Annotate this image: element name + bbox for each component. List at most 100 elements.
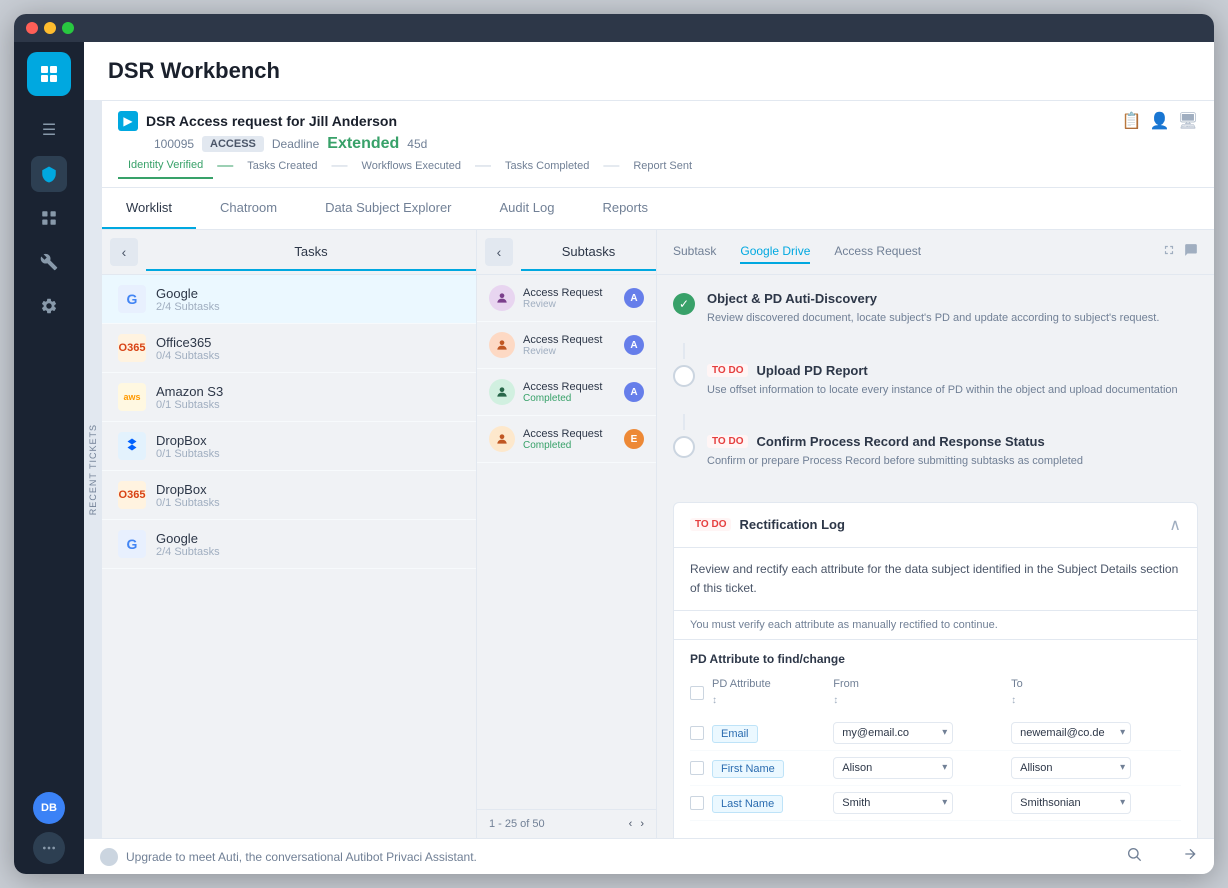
- from-select-firstname[interactable]: Alison: [833, 757, 953, 779]
- row-checkbox-email[interactable]: [690, 726, 704, 740]
- tab-worklist[interactable]: Worklist: [102, 188, 196, 229]
- subtask-title: Access Request: [523, 334, 616, 346]
- task-name: Office365: [156, 335, 460, 350]
- from-select-email[interactable]: my@email.co: [833, 722, 953, 744]
- deadline-status: Extended: [327, 135, 399, 153]
- to-select-email[interactable]: newemail@co.de: [1011, 722, 1131, 744]
- row-checkbox-lastname[interactable]: [690, 796, 704, 810]
- expand-button[interactable]: ▶: [118, 111, 138, 131]
- comment-icon[interactable]: [1184, 243, 1198, 262]
- search-icon[interactable]: [1126, 846, 1142, 867]
- tab-workflows-executed[interactable]: Workflows Executed: [352, 154, 471, 178]
- pagination-prev[interactable]: ‹: [629, 818, 633, 830]
- tasks-tab[interactable]: Tasks: [146, 234, 476, 271]
- from-select-lastname[interactable]: Smith: [833, 792, 953, 814]
- col-from: From: [833, 678, 1003, 690]
- subtask-item[interactable]: Access Request Review A: [477, 275, 656, 322]
- pd-field-lastname: Last Name: [712, 795, 783, 813]
- task-item[interactable]: aws Amazon S3 0/1 Subtasks: [102, 373, 476, 422]
- subtasks-tab[interactable]: Subtasks: [521, 234, 656, 271]
- task-logo-google2: G: [118, 530, 146, 558]
- tab-identity-verified[interactable]: Identity Verified: [118, 153, 213, 179]
- panel-header-icons: 📋 👤 🖥: [1122, 111, 1198, 131]
- subtask-avatar-4: [489, 426, 515, 452]
- subtask-avatar-3: [489, 379, 515, 405]
- expand-detail-icon[interactable]: [1162, 243, 1176, 262]
- upgrade-message: Upgrade to meet Auti, the conversational…: [126, 850, 477, 864]
- task-item[interactable]: DropBox 0/1 Subtasks: [102, 422, 476, 471]
- detail-tabs: Subtask Google Drive Access Request: [657, 230, 1214, 275]
- subtask-item[interactable]: Access Request Review A: [477, 322, 656, 369]
- subtask-title: Access Request: [523, 381, 616, 393]
- subtask-badge-2: A: [624, 335, 644, 355]
- sidebar-more-icon[interactable]: [33, 832, 65, 864]
- subtask-status: Completed: [523, 393, 616, 404]
- user-avatar[interactable]: DB: [33, 792, 65, 824]
- tasks-back-button[interactable]: ‹: [110, 238, 138, 266]
- tab-google-drive[interactable]: Google Drive: [740, 240, 810, 264]
- tab-tasks-created[interactable]: Tasks Created: [237, 154, 327, 178]
- pagination: 1 - 25 of 50 ‹ ›: [477, 809, 656, 838]
- task-item[interactable]: G Google 2/4 Subtasks: [102, 520, 476, 569]
- task-item[interactable]: O365 Office365 0/4 Subtasks: [102, 324, 476, 373]
- monitor-icon[interactable]: 🖥: [1178, 111, 1198, 131]
- pd-row-firstname: First Name Alison: [690, 751, 1181, 786]
- maximize-button[interactable]: [62, 22, 74, 34]
- tab-access-request[interactable]: Access Request: [834, 240, 921, 264]
- row-checkbox-firstname[interactable]: [690, 761, 704, 775]
- task-title-1: Object & PD Auti-Discovery: [707, 291, 877, 306]
- to-select-firstname[interactable]: Allison: [1011, 757, 1131, 779]
- header-checkbox[interactable]: [690, 686, 704, 700]
- bottom-bar: Upgrade to meet Auti, the conversational…: [84, 838, 1214, 874]
- todo-badge-3: TO DO: [707, 435, 748, 448]
- task-subtasks: 0/1 Subtasks: [156, 399, 460, 411]
- close-button[interactable]: [26, 22, 38, 34]
- tab-tasks-completed[interactable]: Tasks Completed: [495, 154, 599, 178]
- progress-tabs: Identity Verified — Tasks Created — Work…: [102, 153, 1214, 187]
- tab-report-sent[interactable]: Report Sent: [623, 154, 702, 178]
- filter-icon[interactable]: [1154, 846, 1170, 867]
- tab-audit-log[interactable]: Audit Log: [476, 188, 579, 229]
- tab-data-subject-explorer[interactable]: Data Subject Explorer: [301, 188, 475, 229]
- minimize-button[interactable]: [44, 22, 56, 34]
- divider: [683, 343, 685, 359]
- sidebar-menu-icon[interactable]: ☰: [31, 112, 67, 148]
- todo-badge-2: TO DO: [707, 364, 748, 377]
- task-logo-google: G: [118, 285, 146, 313]
- task-logo-aws: aws: [118, 383, 146, 411]
- clipboard-icon[interactable]: 📋: [1122, 111, 1142, 131]
- pagination-next[interactable]: ›: [640, 818, 644, 830]
- subtasks-list: Access Request Review A: [477, 275, 656, 809]
- tab-chatroom[interactable]: Chatroom: [196, 188, 301, 229]
- subtask-status: Completed: [523, 440, 616, 451]
- divider: [683, 414, 685, 430]
- tab-reports[interactable]: Reports: [578, 188, 672, 229]
- arrow-icon[interactable]: [1182, 846, 1198, 867]
- task-subtasks: 0/1 Subtasks: [156, 448, 460, 460]
- rect-title: Rectification Log: [739, 517, 844, 532]
- ticket-id: 100095: [154, 137, 194, 151]
- sidebar-dashboard-icon[interactable]: [31, 200, 67, 236]
- main-tabs-bar: Worklist Chatroom Data Subject Explorer …: [102, 188, 1214, 230]
- subtasks-back-button[interactable]: ‹: [485, 238, 513, 266]
- subtasks-header: ‹ Subtasks: [477, 230, 656, 275]
- tab-subtask[interactable]: Subtask: [673, 240, 716, 264]
- subtasks-section: ‹ Subtasks Access Request: [477, 230, 657, 838]
- task-item[interactable]: G Google 2/4 Subtasks: [102, 275, 476, 324]
- pd-field-firstname: First Name: [712, 760, 784, 778]
- user-icon[interactable]: 👤: [1150, 111, 1170, 131]
- subtask-item[interactable]: Access Request Completed A: [477, 369, 656, 416]
- sidebar-tools-icon[interactable]: [31, 244, 67, 280]
- panel-header: ▶ DSR Access request for Jill Anderson 1…: [102, 101, 1214, 153]
- task-name: DropBox: [156, 482, 460, 497]
- sidebar-shield-icon[interactable]: [31, 156, 67, 192]
- to-select-lastname[interactable]: Smithsonian: [1011, 792, 1131, 814]
- task-item[interactable]: O365 DropBox 0/1 Subtasks: [102, 471, 476, 520]
- pd-row-lastname: Last Name Smith: [690, 786, 1181, 821]
- subtask-avatar-1: [489, 285, 515, 311]
- subtask-item[interactable]: Access Request Completed E: [477, 416, 656, 463]
- access-badge: ACCESS: [202, 136, 264, 152]
- titlebar: [14, 14, 1214, 42]
- collapse-icon[interactable]: ∧: [1169, 515, 1181, 535]
- sidebar-settings-icon[interactable]: [31, 288, 67, 324]
